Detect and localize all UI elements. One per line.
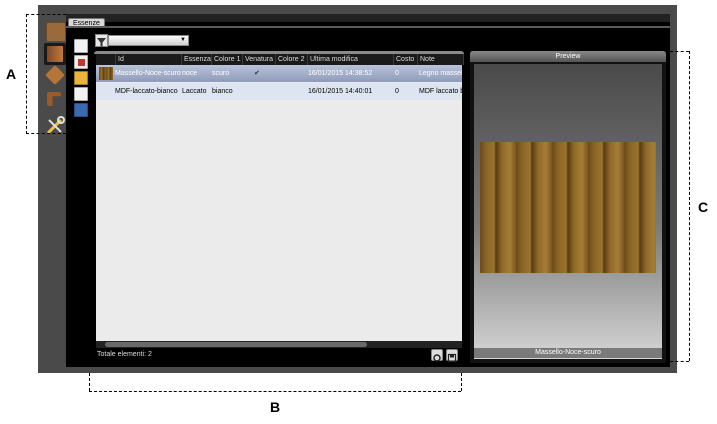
delete-item-button[interactable] — [74, 55, 88, 69]
header-venatura[interactable]: Venatura — [243, 54, 276, 65]
cell-venatura[interactable] — [254, 83, 268, 100]
cell-costo: 0 — [395, 88, 399, 95]
annotation-c-box-top — [670, 51, 689, 52]
annotation-a: A — [6, 66, 17, 82]
save-button[interactable] — [446, 349, 458, 363]
scrollbar-thumb[interactable] — [105, 342, 367, 347]
cell-colore2 — [276, 83, 308, 100]
cell-note: MDF laccato b — [419, 88, 462, 95]
cell-venatura[interactable]: ✔ — [254, 65, 268, 82]
grid-body — [96, 65, 462, 341]
cell-id: MDF-laccato-bianco — [115, 88, 178, 95]
open-folder-icon[interactable] — [74, 71, 88, 85]
wood-texture-image — [480, 142, 656, 273]
cell-essenza: noce — [182, 70, 198, 77]
annotation-b: B — [270, 399, 281, 415]
cell-note: Legno massel — [419, 70, 462, 77]
annotation-b-box-bottom — [89, 391, 461, 392]
header-thumbnail[interactable] — [96, 54, 116, 65]
filter-button[interactable] — [95, 34, 108, 47]
chevron-down-icon: ▼ — [180, 37, 186, 43]
annotation-a-box-top — [26, 14, 66, 15]
delete-item-icon — [78, 59, 85, 66]
cell-ultima-modifica: 16/01/2015 14:38:52 — [308, 70, 373, 77]
cell-essenza: Laccato — [182, 88, 207, 95]
save-icon — [447, 353, 457, 363]
tab-divider — [66, 26, 670, 28]
annotation-c-box-right — [689, 51, 690, 361]
grid-header: Id Essenza Colore 1 Venatura Colore 2 Ul… — [96, 54, 464, 65]
refresh-button[interactable] — [431, 349, 443, 362]
preview-caption: Massello-Noce-scuro — [474, 348, 662, 358]
copy-item-icon[interactable] — [74, 87, 88, 101]
annotation-b-box-right — [461, 373, 462, 391]
header-note[interactable]: Note — [418, 54, 464, 65]
catalog-book-icon — [47, 46, 63, 62]
table-row[interactable]: Massello-Noce-scuro noce scuro ✔ 16/01/2… — [96, 65, 462, 82]
save-item-icon[interactable] — [74, 103, 88, 117]
annotation-b-box-left — [89, 373, 90, 391]
tab-strip — [66, 14, 670, 22]
filter-icon — [97, 38, 106, 47]
table-row[interactable]: MDF-laccato-bianco Laccato bianco 16/01/… — [96, 83, 462, 100]
header-colore1[interactable]: Colore 1 — [212, 54, 243, 65]
cell-costo: 0 — [395, 70, 399, 77]
header-colore2[interactable]: Colore 2 — [276, 54, 308, 65]
annotation-a-box-bottom — [26, 133, 66, 134]
annotation-c-box-bottom — [670, 361, 689, 362]
annotation-c: C — [698, 199, 709, 215]
catalog-book-button[interactable] — [44, 43, 66, 65]
new-item-icon[interactable] — [74, 39, 88, 53]
cell-id: Massello-Noce-scuro — [115, 70, 181, 77]
header-essenza[interactable]: Essenza — [182, 54, 212, 65]
header-costo[interactable]: Costo — [394, 54, 418, 65]
preview-title: Preview — [555, 53, 581, 60]
cell-colore1: bianco — [212, 88, 233, 95]
row-thumbnail — [99, 67, 113, 80]
refresh-icon — [433, 354, 441, 362]
total-items-label: Totale elementi: 2 — [97, 351, 152, 358]
cell-colore1: scuro — [212, 70, 230, 77]
cell-ultima-modifica: 16/01/2015 14:40:01 — [308, 88, 373, 95]
header-id[interactable]: Id — [116, 54, 182, 65]
cell-colore2 — [276, 65, 308, 82]
filter-dropdown[interactable]: ▼ — [108, 35, 189, 46]
wood-panel-icon[interactable] — [46, 22, 66, 42]
annotation-a-box-left — [26, 14, 27, 134]
header-ultima-modifica[interactable]: Ultima modifica — [308, 54, 394, 65]
